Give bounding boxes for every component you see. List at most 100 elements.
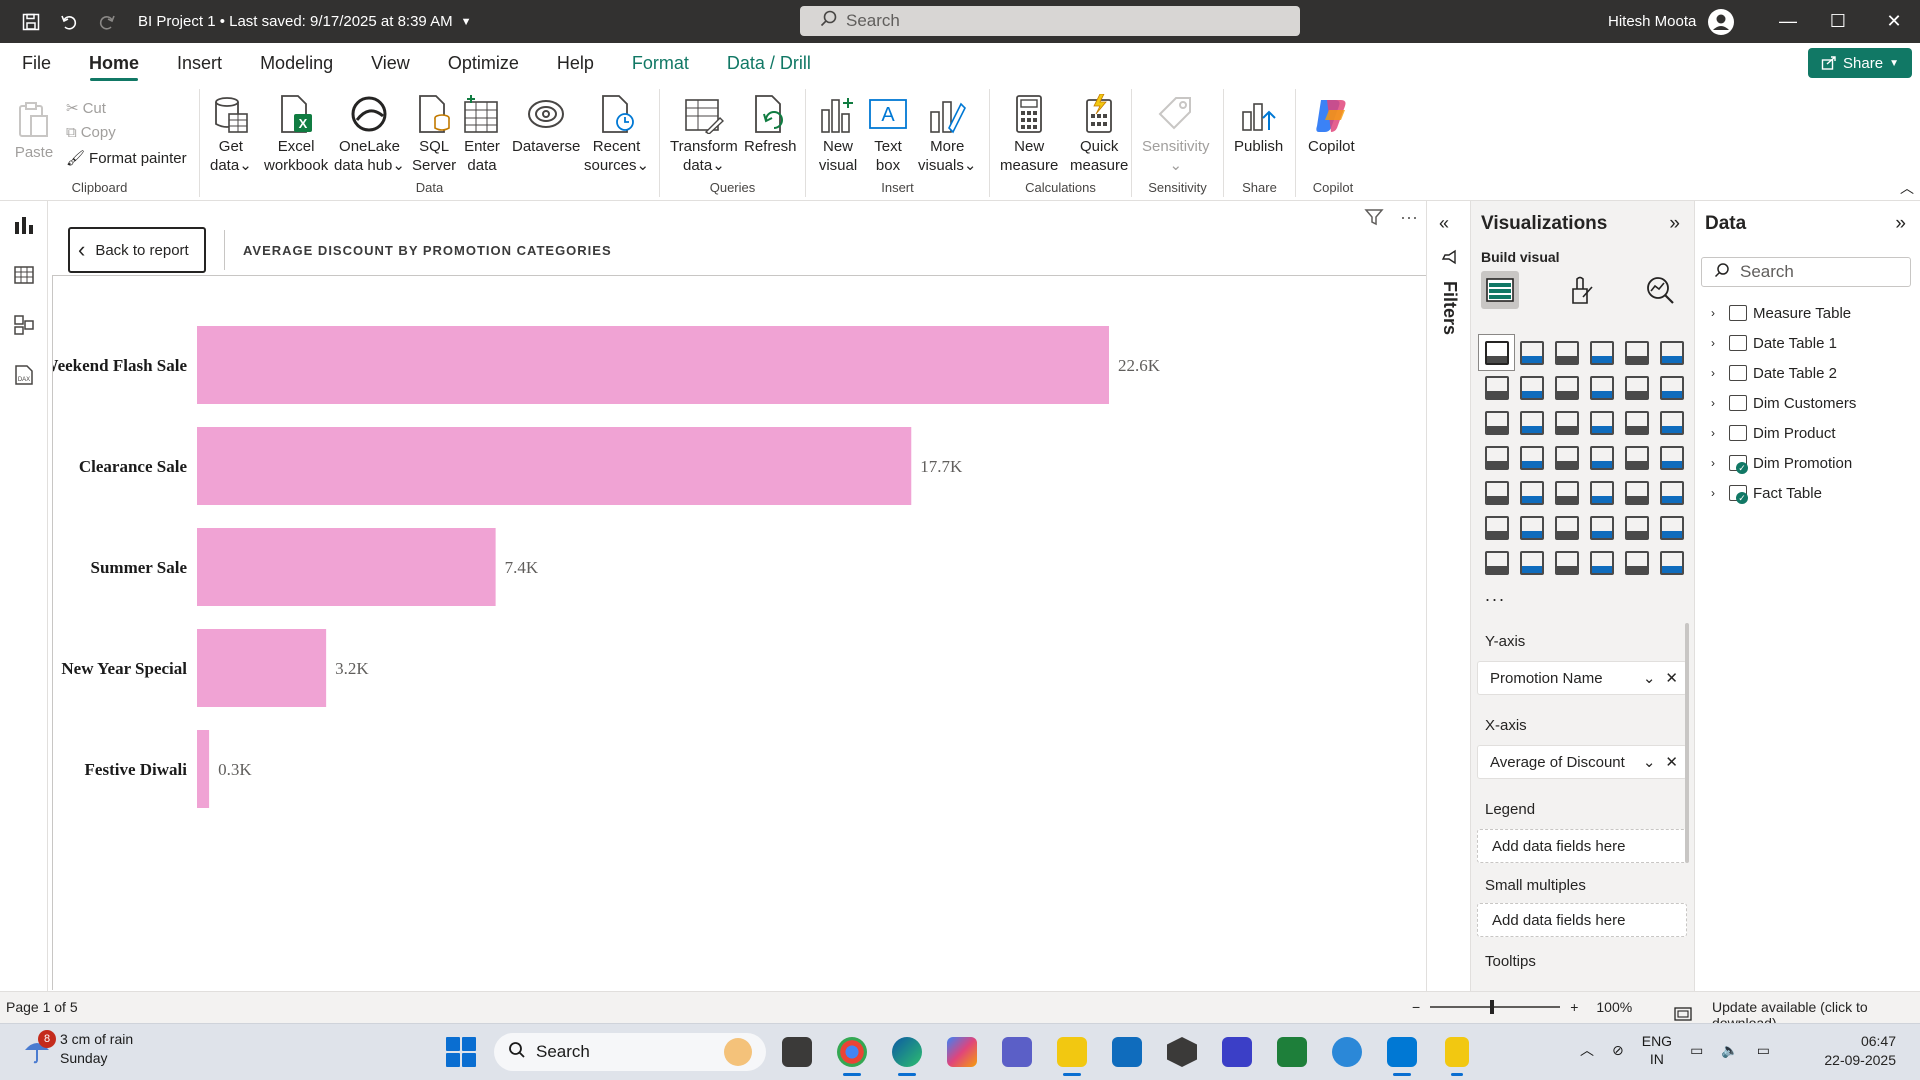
tree-item-date-table-1[interactable]: › Date Table 1: [1711, 331, 1837, 355]
q-and-a-icon[interactable]: [1584, 510, 1619, 545]
tab-help[interactable]: Help: [538, 43, 613, 83]
key-influencers-icon[interactable]: [1514, 510, 1549, 545]
report-view-icon[interactable]: [12, 213, 36, 237]
area-chart-icon[interactable]: [1514, 370, 1549, 405]
tree-item-dim-product[interactable]: › Dim Product: [1711, 421, 1836, 445]
azure-map-icon[interactable]: [1584, 440, 1619, 475]
teams-icon[interactable]: [1002, 1037, 1032, 1067]
analytics-tab[interactable]: [1641, 271, 1679, 309]
terminal-icon[interactable]: [1277, 1037, 1307, 1067]
decomposition-tree-icon[interactable]: [1549, 510, 1584, 545]
tree-item-measure-table[interactable]: › Measure Table: [1711, 301, 1851, 325]
snipping-tool-icon[interactable]: [1332, 1037, 1362, 1067]
collapse-ribbon-icon[interactable]: ︿: [1900, 178, 1914, 198]
windows-start-button[interactable]: [446, 1037, 476, 1067]
show-hidden-icons-icon[interactable]: ︿: [1580, 1040, 1594, 1060]
scatter-chart-icon[interactable]: [1584, 405, 1619, 440]
excel-workbook-button[interactable]: X Excel workbook: [264, 93, 328, 175]
tab-data-drill[interactable]: Data / Drill: [708, 43, 830, 83]
tab-home[interactable]: Home: [70, 43, 158, 83]
tab-modeling[interactable]: Modeling: [241, 43, 352, 83]
more-visuals-ellipsis[interactable]: ...: [1485, 585, 1506, 606]
task-view-icon[interactable]: [782, 1037, 812, 1067]
power-apps-icon[interactable]: [1584, 545, 1619, 580]
onelake-button[interactable]: OneLake data hub⌄: [334, 93, 405, 175]
redo-icon[interactable]: [88, 0, 126, 43]
line-and-stacked-column-chart-icon[interactable]: [1619, 370, 1654, 405]
new-measure-button[interactable]: New measure: [1000, 93, 1058, 175]
zoom-slider-thumb[interactable]: [1490, 1000, 1495, 1014]
gauge-icon[interactable]: [1619, 440, 1654, 475]
funnel-chart-icon[interactable]: [1549, 405, 1584, 440]
collapse-left-icon[interactable]: «: [1439, 213, 1449, 234]
file-explorer-icon[interactable]: [1057, 1037, 1087, 1076]
line-and-clustered-column-chart-icon[interactable]: [1654, 370, 1689, 405]
minimize-icon[interactable]: —: [1764, 0, 1812, 43]
multi-row-card-icon[interactable]: [1479, 475, 1514, 510]
tree-item-fact-table[interactable]: › Fact Table: [1711, 481, 1822, 505]
goals-icon[interactable]: [1654, 510, 1689, 545]
narrative-icon[interactable]: [1654, 545, 1689, 580]
fit-to-page-icon[interactable]: [1674, 1006, 1692, 1024]
enter-data-button[interactable]: Enter data: [462, 93, 502, 175]
zoom-in-icon[interactable]: +: [1570, 999, 1578, 1015]
tree-item-dim-customers[interactable]: › Dim Customers: [1711, 391, 1856, 415]
vpn-icon[interactable]: [1222, 1037, 1252, 1067]
taskbar-search[interactable]: Search: [494, 1033, 766, 1071]
clustered-column-chart-icon[interactable]: [1584, 335, 1619, 370]
text-box-button[interactable]: A Text box: [868, 93, 908, 175]
button-slicer-icon[interactable]: [1549, 545, 1584, 580]
line-chart-icon[interactable]: [1479, 370, 1514, 405]
maximize-icon[interactable]: ☐: [1814, 0, 1862, 43]
copilot-app-icon[interactable]: [947, 1037, 977, 1067]
get-data-button[interactable]: Get data⌄: [210, 93, 252, 175]
table-view-icon[interactable]: [12, 263, 36, 287]
dataverse-button[interactable]: Dataverse: [512, 93, 580, 156]
zoom-slider[interactable]: [1430, 1000, 1561, 1014]
copy-button[interactable]: ⧉ Copy: [66, 124, 116, 141]
filters-pane-collapsed[interactable]: « Filters: [1426, 201, 1470, 991]
new-visual-button[interactable]: New visual: [818, 93, 858, 175]
filled-map-icon[interactable]: [1549, 440, 1584, 475]
store-icon[interactable]: [1112, 1037, 1142, 1067]
small-multiples-field-drop[interactable]: Add data fields here: [1477, 903, 1687, 937]
filter-icon[interactable]: [1364, 207, 1384, 232]
card-icon[interactable]: [1654, 440, 1689, 475]
stacked-bar-chart-icon[interactable]: [1478, 334, 1515, 371]
bar[interactable]: [197, 427, 912, 505]
r-script-visual-icon[interactable]: [1654, 475, 1689, 510]
fields-tab[interactable]: [1481, 271, 1519, 309]
bar[interactable]: [197, 528, 496, 606]
tab-view[interactable]: View: [352, 43, 429, 83]
cut-button[interactable]: ✂ Cut: [66, 99, 106, 118]
expand-right-icon[interactable]: »: [1669, 213, 1680, 235]
paginated-report-icon[interactable]: [1479, 545, 1514, 580]
zoom-out-icon[interactable]: −: [1412, 999, 1420, 1015]
volume-icon[interactable]: 🔈: [1721, 1042, 1738, 1059]
card-new-icon[interactable]: [1514, 545, 1549, 580]
tab-file[interactable]: File: [0, 43, 70, 83]
language-indicator[interactable]: ENG IN: [1642, 1032, 1672, 1068]
edge-icon[interactable]: [892, 1037, 922, 1076]
chrome-icon[interactable]: [837, 1037, 867, 1076]
remove-field-icon[interactable]: ✕: [1665, 753, 1678, 771]
refresh-button[interactable]: Refresh: [744, 93, 797, 156]
waterfall-chart-icon[interactable]: [1514, 405, 1549, 440]
chevron-down-icon[interactable]: ⌄: [1643, 753, 1656, 771]
tree-item-date-table-2[interactable]: › Date Table 2: [1711, 361, 1837, 385]
display-icon[interactable]: ▭: [1690, 1042, 1703, 1059]
tab-format[interactable]: Format: [613, 43, 708, 83]
map-icon[interactable]: [1514, 440, 1549, 475]
python-visual-icon[interactable]: [1479, 510, 1514, 545]
table-icon[interactable]: [1584, 475, 1619, 510]
power-automate-icon[interactable]: [1619, 545, 1654, 580]
undo-icon[interactable]: [50, 0, 88, 43]
user-account[interactable]: Hitesh Moota: [1608, 0, 1735, 43]
unity-icon[interactable]: [1167, 1037, 1197, 1067]
quick-measure-button[interactable]: Quick measure: [1070, 93, 1128, 175]
format-tab[interactable]: [1561, 271, 1599, 309]
format-painter-button[interactable]: 🖌 Format painter: [66, 149, 187, 168]
x-axis-field[interactable]: Average of Discount ⌄ ✕: [1477, 745, 1687, 779]
slicer-icon[interactable]: [1549, 475, 1584, 510]
vscode-icon[interactable]: [1387, 1037, 1417, 1076]
